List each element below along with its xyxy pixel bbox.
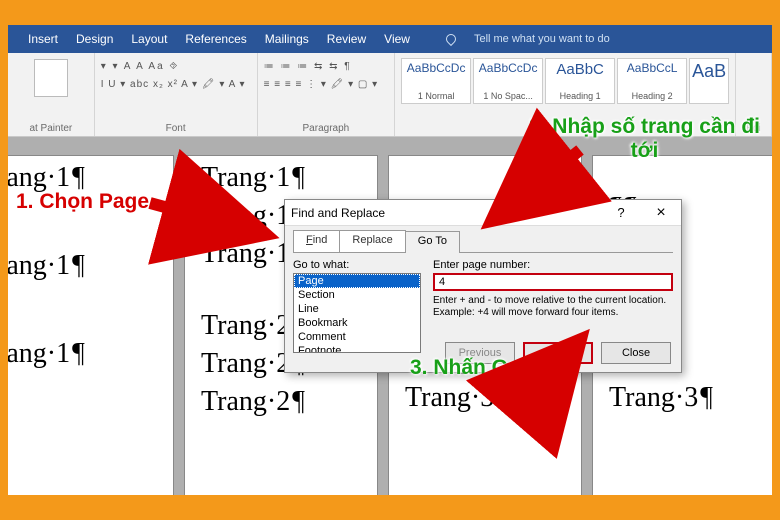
paragraph-group: ≔ ≔ ≔ ⇆ ⇆ ¶ ≡ ≡ ≡ ≡ ⋮ ▾ 🖍 ▾ ▢ ▾ Paragrap… — [258, 53, 396, 136]
dialog-titlebar[interactable]: Find and Replace ? × — [285, 200, 681, 226]
editing-group-label: Edi — [742, 123, 765, 134]
dialog-help-button[interactable]: ? — [601, 200, 641, 226]
dialog-title: Find and Replace — [291, 206, 385, 220]
page-number-input[interactable]: 4 — [433, 273, 673, 291]
goto-button[interactable]: Go To — [523, 342, 593, 364]
word-window: Insert Design Layout References Mailings… — [8, 25, 772, 495]
find-replace-dialog: Find and Replace ? × Find Replace Go To … — [284, 199, 682, 373]
tell-me-box[interactable]: Tell me what you want to do — [446, 33, 628, 45]
tab-goto[interactable]: Go To — [405, 231, 460, 253]
close-button[interactable]: Close — [601, 342, 671, 364]
editing-group: Edi — [736, 53, 772, 136]
style-tile-heading1[interactable]: AaBbCHeading 1 — [545, 58, 615, 104]
format-painter-label[interactable]: at Painter — [14, 123, 88, 134]
font-group: ▾ ▾ A A Aa ⯑ I U ▾ abc x₂ x² A ▾ 🖍 ▾ A ▾… — [95, 53, 258, 136]
ribbon-tab-mailings[interactable]: Mailings — [265, 32, 309, 46]
goto-hint-text: Enter + and - to move relative to the cu… — [433, 295, 673, 319]
tab-find[interactable]: Find — [293, 230, 340, 252]
list-item-comment[interactable]: Comment — [294, 330, 420, 344]
styles-group: AaBbCcDc1 Normal AaBbCcDc1 No Spac... Aa… — [395, 53, 736, 136]
ribbon-tab-layout[interactable]: Layout — [131, 32, 167, 46]
ribbon-body: at Painter ▾ ▾ A A Aa ⯑ I U ▾ abc x₂ x² … — [8, 53, 772, 137]
ribbon-tab-references[interactable]: References — [185, 32, 246, 46]
paste-icon[interactable] — [34, 59, 68, 97]
para-row-1[interactable]: ≔ ≔ ≔ ⇆ ⇆ ¶ — [264, 57, 389, 75]
ribbon-tab-strip: Insert Design Layout References Mailings… — [8, 25, 772, 53]
font-group-label: Font — [101, 123, 251, 134]
ribbon-tab-view[interactable]: View — [384, 32, 410, 46]
style-tile-title[interactable]: AaB — [689, 58, 729, 104]
clipboard-group: at Painter — [8, 53, 95, 136]
font-row-1[interactable]: ▾ ▾ A A Aa ⯑ — [101, 57, 251, 75]
list-item-section[interactable]: Section — [294, 288, 420, 302]
paragraph-group-label: Paragraph — [264, 123, 389, 134]
dialog-tabs: Find Replace Go To — [285, 230, 681, 252]
style-tile-nospacing[interactable]: AaBbCcDc1 No Spac... — [473, 58, 543, 104]
goto-what-label: Go to what: — [293, 259, 423, 271]
list-item-line[interactable]: Line — [294, 302, 420, 316]
style-tile-normal[interactable]: AaBbCcDc1 Normal — [401, 58, 471, 104]
ribbon-tab-design[interactable]: Design — [76, 32, 113, 46]
tab-replace[interactable]: Replace — [339, 230, 405, 252]
style-tile-heading2[interactable]: AaBbCcLHeading 2 — [617, 58, 687, 104]
page-thumb-1[interactable]: rang·1 rang·1 rang·1 — [8, 155, 174, 495]
previous-button[interactable]: Previous — [445, 342, 515, 364]
ribbon-tab-insert[interactable]: Insert — [28, 32, 58, 46]
list-item-page[interactable]: Page — [294, 274, 420, 288]
enter-page-label: Enter page number: — [433, 259, 673, 271]
lightbulb-icon — [444, 32, 458, 46]
list-item-footnote[interactable]: Footnote — [294, 344, 420, 353]
styles-group-label: St — [401, 123, 729, 134]
font-row-2[interactable]: I U ▾ abc x₂ x² A ▾ 🖍 ▾ A ▾ — [101, 75, 251, 93]
dialog-close-button[interactable]: × — [641, 200, 681, 226]
list-item-bookmark[interactable]: Bookmark — [294, 316, 420, 330]
goto-what-list[interactable]: Page Section Line Bookmark Comment Footn… — [293, 273, 421, 353]
ribbon-tab-review[interactable]: Review — [327, 32, 366, 46]
para-row-2[interactable]: ≡ ≡ ≡ ≡ ⋮ ▾ 🖍 ▾ ▢ ▾ — [264, 75, 389, 93]
